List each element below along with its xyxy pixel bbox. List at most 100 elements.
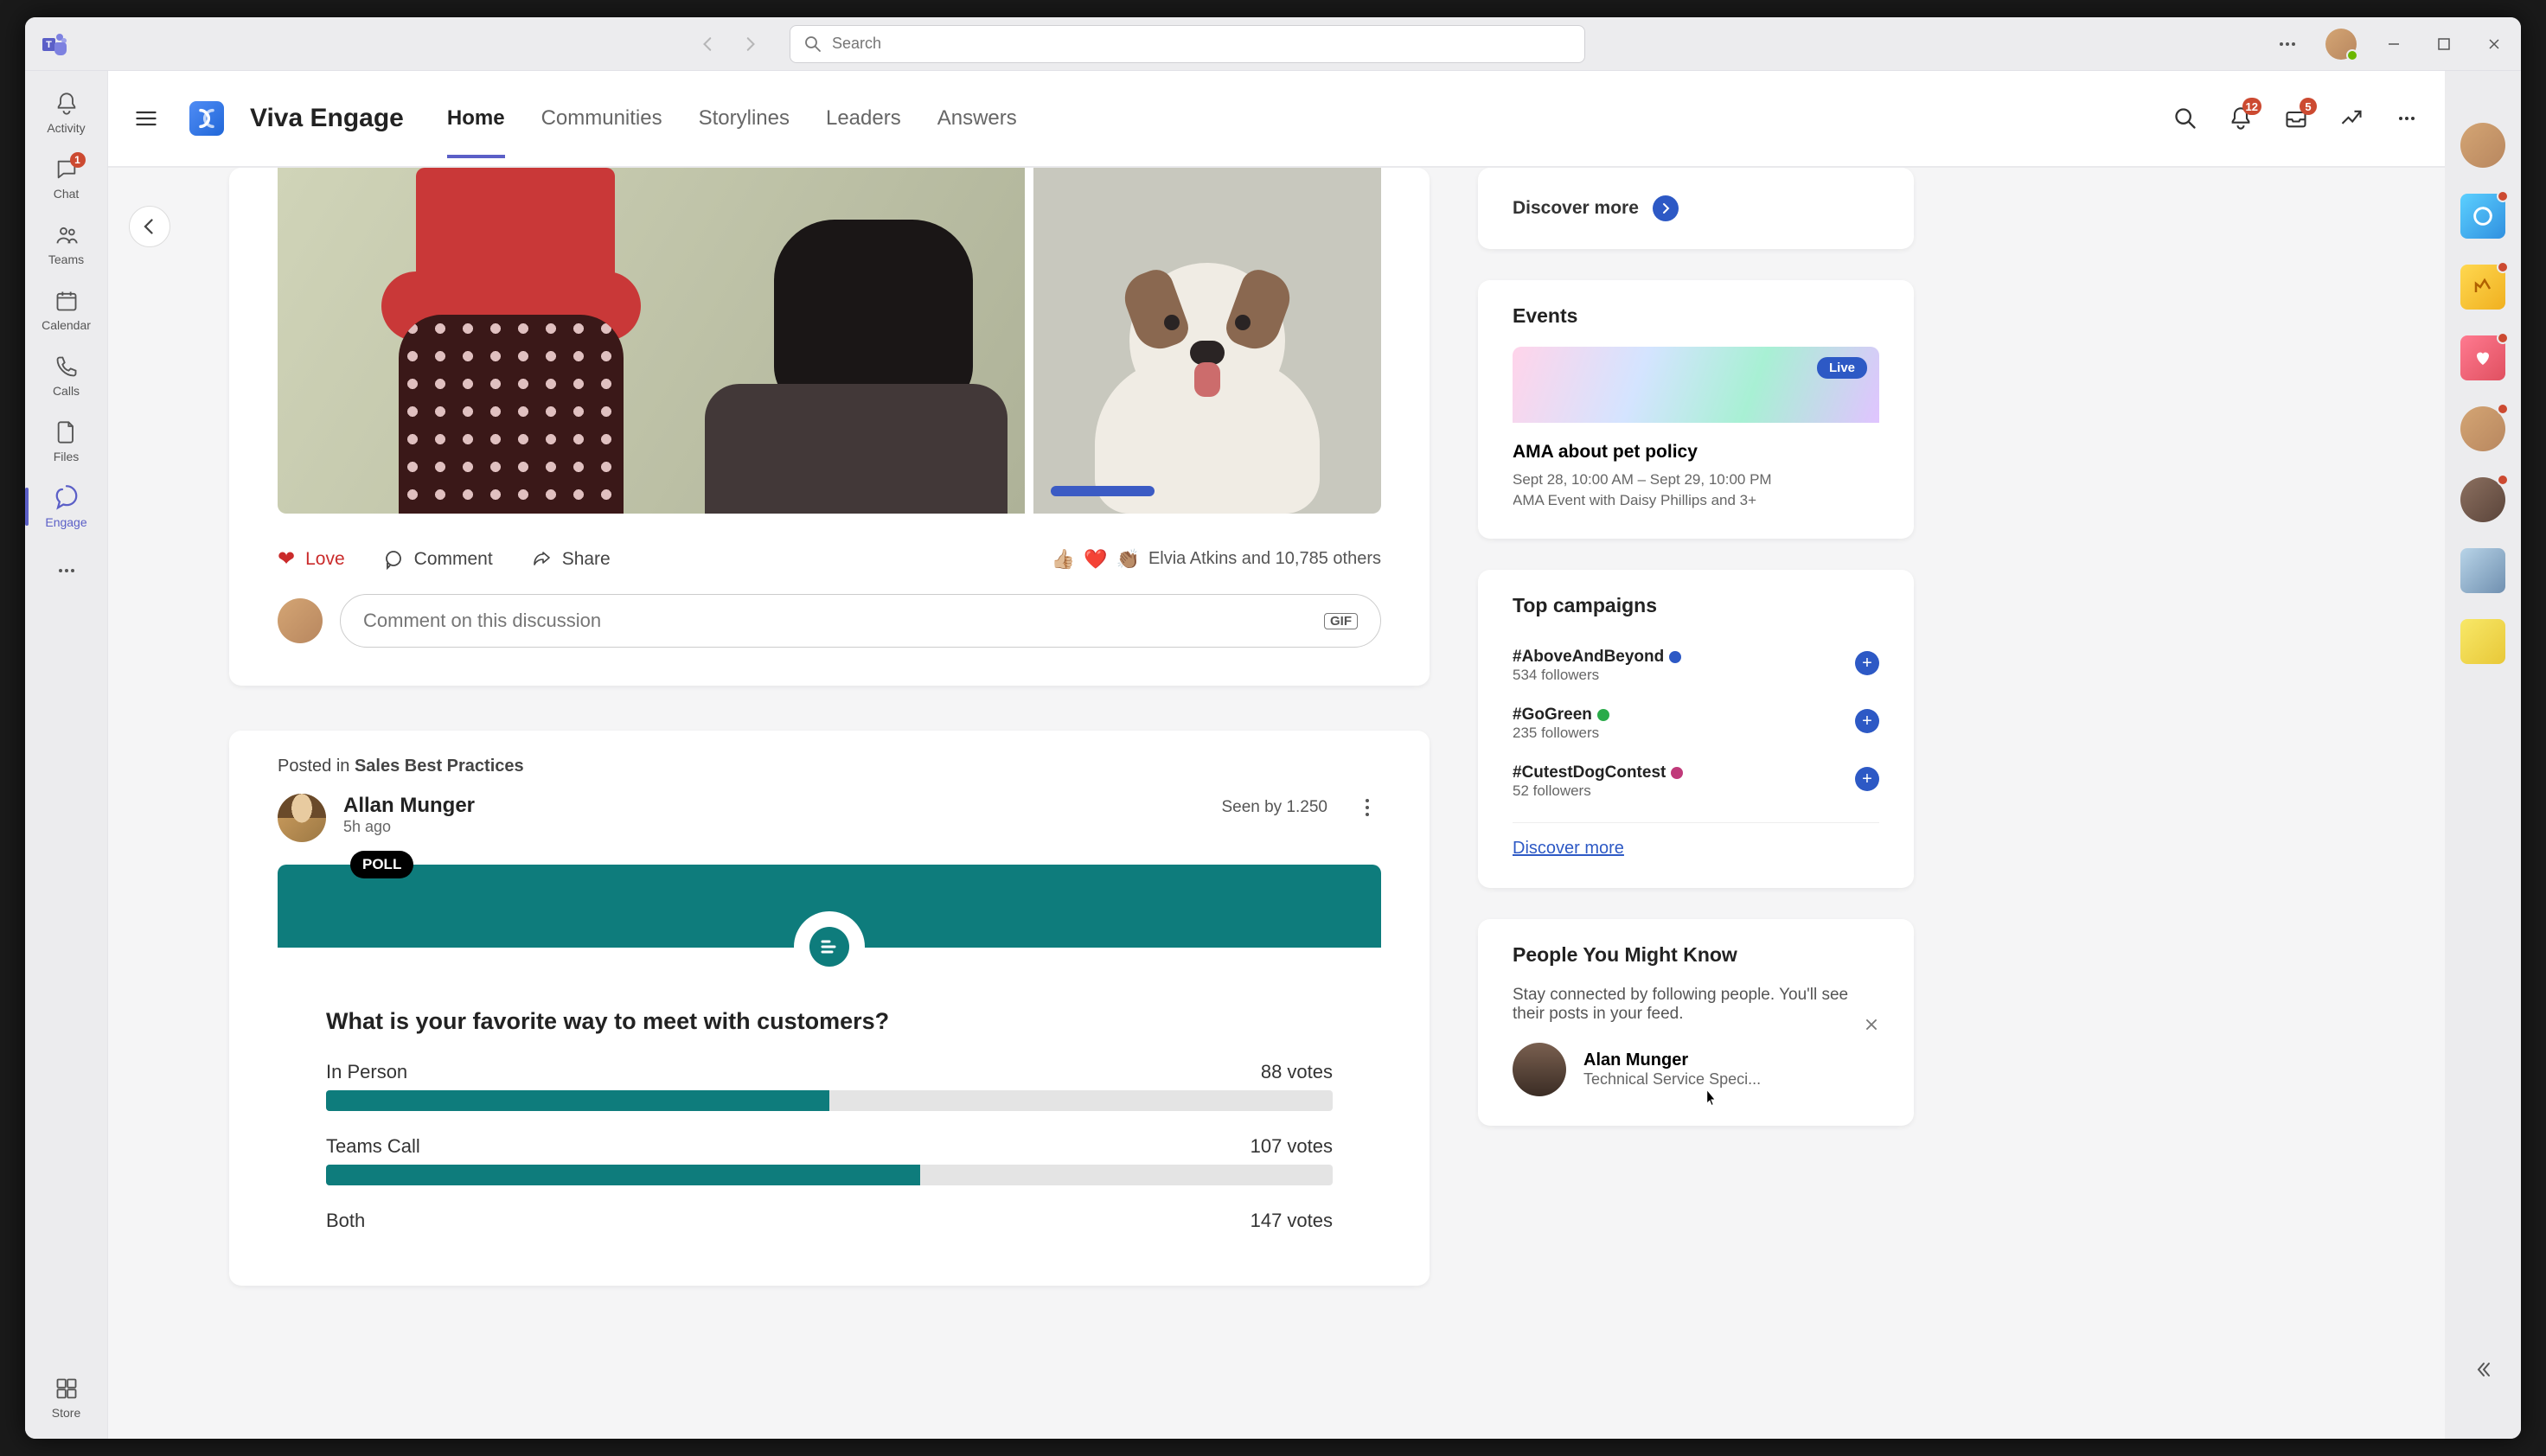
hamburger-button[interactable] bbox=[129, 101, 163, 136]
thumbsup-icon: 👍🏼 bbox=[1052, 548, 1075, 571]
search-box[interactable] bbox=[790, 25, 1585, 63]
presence-avatar[interactable] bbox=[2460, 406, 2505, 451]
campaign-row[interactable]: #CutestDogContest52 followers + bbox=[1513, 752, 1879, 810]
presence-avatar[interactable] bbox=[2460, 477, 2505, 522]
pymk-card: People You Might Know Stay connected by … bbox=[1478, 919, 1914, 1126]
rail-store[interactable]: Store bbox=[32, 1368, 101, 1427]
event-tile[interactable]: Live AMA about pet policy Sept 28, 10:00… bbox=[1513, 347, 1879, 509]
avatar[interactable] bbox=[278, 598, 323, 643]
svg-text:T: T bbox=[46, 40, 52, 50]
right-app-3[interactable] bbox=[2460, 335, 2505, 380]
poll-icon bbox=[809, 927, 849, 967]
maximize-button[interactable] bbox=[2431, 31, 2457, 57]
rail-engage[interactable]: Engage bbox=[32, 477, 101, 536]
poll-option[interactable]: Teams Call107 votes bbox=[326, 1135, 1333, 1185]
verify-dot-icon bbox=[1671, 767, 1683, 779]
clap-icon: 👏🏽 bbox=[1116, 548, 1140, 571]
feed-post: ❤Love Comment Share 👍🏼 ❤️ 👏🏽 Elvia Atkin… bbox=[229, 168, 1430, 686]
pymk-person[interactable]: Alan Munger Technical Service Speci... bbox=[1513, 1043, 1879, 1096]
viva-engage-logo-icon bbox=[189, 101, 224, 136]
campaigns-card: Top campaigns #AboveAndBeyond534 followe… bbox=[1478, 570, 1914, 888]
live-badge: Live bbox=[1817, 357, 1867, 379]
calls-icon bbox=[53, 353, 80, 380]
tab-communities[interactable]: Communities bbox=[541, 80, 662, 156]
campaign-row[interactable]: #AboveAndBeyond534 followers + bbox=[1513, 636, 1879, 694]
share-button[interactable]: Share bbox=[531, 549, 611, 570]
rail-activity[interactable]: Activity bbox=[32, 83, 101, 142]
close-button[interactable] bbox=[2481, 31, 2507, 57]
right-app-5[interactable] bbox=[2460, 619, 2505, 664]
more-horiz-icon[interactable] bbox=[2274, 30, 2301, 58]
app-brand-name: Viva Engage bbox=[250, 104, 404, 133]
campaign-row[interactable]: #GoGreen235 followers + bbox=[1513, 694, 1879, 752]
poll-question: What is your favorite way to meet with c… bbox=[326, 1008, 1333, 1035]
posted-in[interactable]: Posted in Sales Best Practices bbox=[278, 757, 1381, 776]
chevron-right-icon bbox=[1653, 195, 1679, 221]
rail-calendar[interactable]: Calendar bbox=[32, 280, 101, 339]
rail-teams[interactable]: Teams bbox=[32, 214, 101, 273]
heart-icon: ❤️ bbox=[1084, 548, 1107, 571]
collapse-rail-button[interactable] bbox=[2466, 1352, 2500, 1387]
discover-more-link[interactable]: Discover more bbox=[1513, 195, 1879, 221]
events-card: Events Live AMA about pet policy Sept 28… bbox=[1478, 280, 1914, 539]
header-inbox-button[interactable]: 5 bbox=[2279, 101, 2313, 136]
follow-button[interactable]: + bbox=[1855, 709, 1879, 733]
search-input[interactable] bbox=[832, 35, 1570, 53]
rail-calls[interactable]: Calls bbox=[32, 346, 101, 405]
avatar[interactable] bbox=[278, 794, 326, 842]
more-horiz-icon bbox=[53, 557, 80, 584]
post-image[interactable] bbox=[278, 168, 1025, 514]
feed-post: Posted in Sales Best Practices Allan Mun… bbox=[229, 731, 1430, 1286]
comment-button[interactable]: Comment bbox=[383, 549, 493, 570]
right-app-4[interactable] bbox=[2460, 548, 2505, 593]
post-image[interactable] bbox=[1033, 168, 1381, 514]
author-name[interactable]: Allan Munger bbox=[343, 794, 475, 818]
presence-avatar[interactable] bbox=[2460, 123, 2505, 168]
events-heading: Events bbox=[1513, 304, 1879, 328]
tab-storylines[interactable]: Storylines bbox=[699, 80, 790, 156]
rail-chat[interactable]: 1 Chat bbox=[32, 149, 101, 208]
bell-icon bbox=[53, 90, 80, 118]
profile-avatar[interactable] bbox=[2325, 29, 2357, 60]
heart-icon: ❤ bbox=[278, 546, 295, 572]
nav-fwd-button[interactable] bbox=[734, 29, 765, 60]
pymk-heading: People You Might Know bbox=[1513, 943, 1879, 967]
poll-badge: POLL bbox=[350, 851, 413, 878]
header-notifications-button[interactable]: 12 bbox=[2223, 101, 2258, 136]
rail-more[interactable] bbox=[32, 543, 101, 598]
avatar bbox=[1513, 1043, 1566, 1096]
teams-icon bbox=[53, 221, 80, 249]
nav-back-button[interactable] bbox=[693, 29, 724, 60]
right-app-2[interactable] bbox=[2460, 265, 2505, 310]
reactions-summary[interactable]: 👍🏼 ❤️ 👏🏽 Elvia Atkins and 10,785 others bbox=[1052, 548, 1381, 571]
chat-icon: 1 bbox=[53, 156, 80, 183]
discover-card: Discover more bbox=[1478, 168, 1914, 249]
store-icon bbox=[53, 1375, 80, 1402]
tab-home[interactable]: Home bbox=[447, 80, 505, 156]
verify-dot-icon bbox=[1669, 651, 1681, 663]
dismiss-button[interactable] bbox=[1864, 1017, 1879, 1032]
campaigns-heading: Top campaigns bbox=[1513, 594, 1879, 617]
tab-answers[interactable]: Answers bbox=[937, 80, 1017, 156]
gif-button[interactable]: GIF bbox=[1324, 613, 1358, 629]
header-more-button[interactable] bbox=[2389, 101, 2424, 136]
header-analytics-button[interactable] bbox=[2334, 101, 2369, 136]
poll-option[interactable]: Both147 votes bbox=[326, 1210, 1333, 1232]
verify-dot-icon bbox=[1597, 709, 1609, 721]
tab-leaders[interactable]: Leaders bbox=[826, 80, 901, 156]
right-app-1[interactable] bbox=[2460, 194, 2505, 239]
follow-button[interactable]: + bbox=[1855, 767, 1879, 791]
minimize-button[interactable] bbox=[2381, 31, 2407, 57]
follow-button[interactable]: + bbox=[1855, 651, 1879, 675]
header-search-button[interactable] bbox=[2168, 101, 2203, 136]
seen-count[interactable]: Seen by 1.250 bbox=[1221, 798, 1327, 817]
post-more-button[interactable] bbox=[1353, 794, 1381, 821]
campaigns-discover-link[interactable]: Discover more bbox=[1513, 839, 1624, 859]
poll-option[interactable]: In Person88 votes bbox=[326, 1061, 1333, 1111]
rail-files[interactable]: Files bbox=[32, 412, 101, 470]
love-button[interactable]: ❤Love bbox=[278, 546, 345, 572]
calendar-icon bbox=[53, 287, 80, 315]
comment-icon bbox=[383, 549, 404, 570]
comment-input[interactable]: GIF bbox=[340, 594, 1381, 648]
files-icon bbox=[53, 418, 80, 446]
